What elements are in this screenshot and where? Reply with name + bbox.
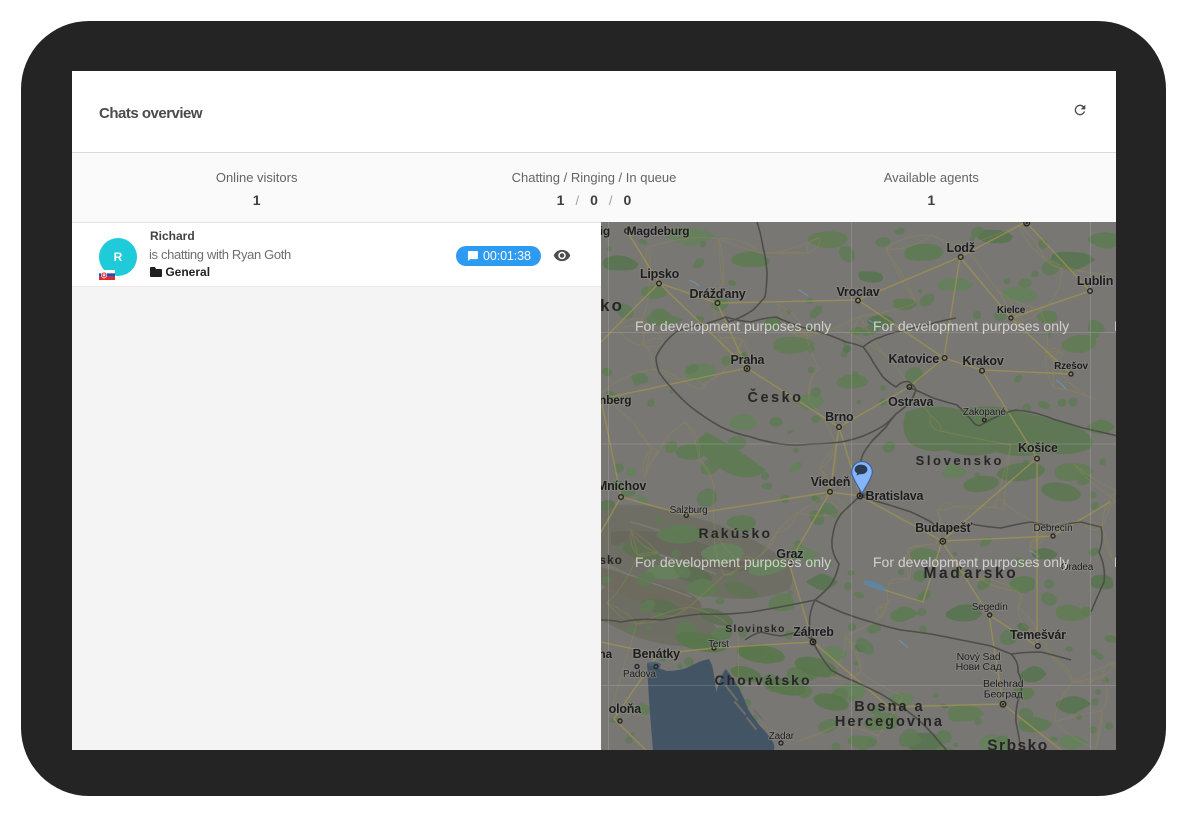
svg-text:Chorvátsko: Chorvátsko (714, 672, 811, 688)
svg-text:For development purposes only: For development purposes only (635, 318, 831, 334)
svg-text:Srbsko: Srbsko (987, 738, 1049, 751)
svg-text:Slovinsko: Slovinsko (725, 623, 785, 635)
svg-text:ko: ko (601, 296, 624, 315)
svg-text:Terst: Terst (708, 639, 729, 650)
svg-text:Нови Сад: Нови Сад (955, 661, 1001, 673)
svg-text:Padova: Padova (623, 669, 656, 680)
svg-text:Hercegovina: Hercegovina (834, 714, 943, 730)
svg-text:Brno: Brno (825, 410, 854, 424)
svg-text:Praha: Praha (730, 353, 765, 367)
svg-text:Zakopané: Zakopané (962, 407, 1006, 418)
svg-text:na: na (601, 647, 613, 661)
svg-text:eig: eig (601, 224, 610, 238)
svg-text:Bratislava: Bratislava (865, 489, 924, 503)
svg-text:Magdeburg: Magdeburg (626, 224, 689, 238)
svg-text:Београд: Београд (983, 689, 1022, 701)
svg-text:Košice: Košice (1018, 441, 1058, 455)
svg-text:Česko: Česko (747, 388, 803, 406)
svg-text:Vroclav: Vroclav (836, 285, 879, 299)
svg-text:Benátky: Benátky (632, 647, 679, 661)
svg-text:Bosna a: Bosna a (854, 699, 924, 715)
svg-text:Viedeň: Viedeň (810, 475, 850, 489)
svg-text:For development purposes only: For development purposes only (635, 554, 831, 570)
svg-text:Zadar: Zadar (768, 731, 794, 742)
svg-text:Kielce: Kielce (996, 305, 1025, 316)
svg-text:Katovice: Katovice (888, 352, 939, 366)
svg-text:Lublin: Lublin (1076, 274, 1112, 288)
svg-text:Budapešť: Budapešť (915, 521, 972, 535)
svg-text:For development purposes only: For development purposes only (873, 554, 1069, 570)
svg-text:nberg: nberg (601, 393, 631, 407)
svg-text:Salzburg: Salzburg (669, 505, 707, 516)
svg-text:oloňa: oloňa (608, 702, 642, 716)
svg-text:Drážďany: Drážďany (689, 287, 745, 301)
svg-text:Ostrava: Ostrava (888, 395, 934, 409)
svg-text:Segedín: Segedín (971, 602, 1007, 613)
svg-text:Záhreb: Záhreb (793, 625, 834, 639)
svg-text:Slovensko: Slovensko (915, 453, 1003, 468)
svg-text:Mníchov: Mníchov (601, 479, 646, 493)
svg-text:Lodž: Lodž (946, 241, 974, 255)
svg-text:sko: sko (601, 553, 623, 567)
svg-text:Temešvár: Temešvár (1009, 628, 1065, 642)
svg-text:Krakov: Krakov (962, 354, 1003, 368)
svg-text:Debrecín: Debrecín (1033, 523, 1072, 534)
svg-text:For development purposes only: For development purposes only (873, 318, 1069, 334)
svg-text:Rakúsko: Rakúsko (698, 525, 772, 541)
svg-text:For development purposes only: For development purposes only (1114, 554, 1117, 570)
svg-text:Lipsko: Lipsko (639, 267, 679, 281)
svg-text:Rzešov: Rzešov (1054, 361, 1088, 372)
svg-text:For development purposes only: For development purposes only (1114, 318, 1117, 334)
